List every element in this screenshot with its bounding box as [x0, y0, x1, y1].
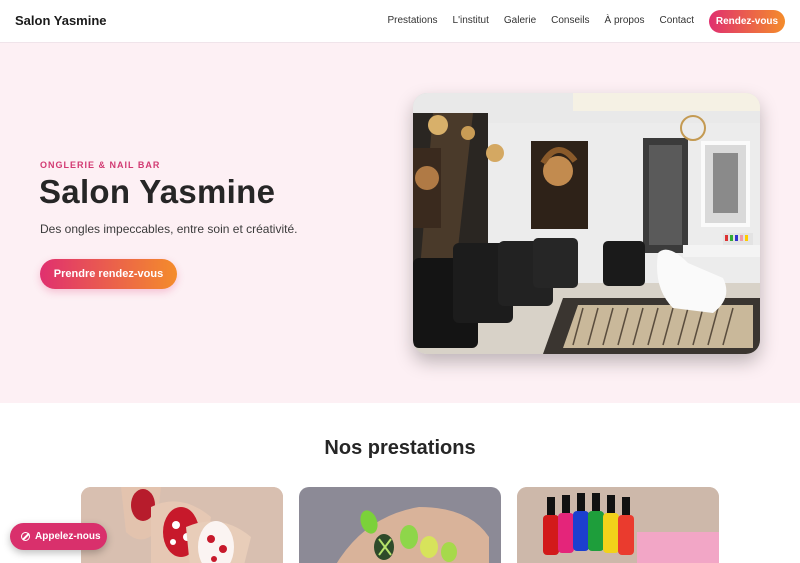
service-card-vernis[interactable]: [517, 487, 719, 563]
call-us-label: Appelez-nous: [35, 531, 101, 542]
nav-link-conseils[interactable]: Conseils: [551, 15, 589, 26]
header-rendez-vous-button[interactable]: Rendez-vous: [709, 10, 785, 33]
nav-link-galerie[interactable]: Galerie: [504, 15, 536, 26]
nav-link-a-propos[interactable]: À propos: [605, 15, 645, 26]
phone-icon: [21, 532, 30, 541]
nav-link-institut[interactable]: L'institut: [453, 15, 489, 26]
services-heading: Nos prestations: [324, 437, 476, 459]
site-header: Salon Yasmine Prestations L'institut Gal…: [0, 0, 800, 43]
service-card-manucure[interactable]: [299, 487, 501, 563]
hero-eyebrow: ONGLERIE & NAIL BAR: [40, 160, 161, 170]
salon-interior-photo: [413, 93, 760, 354]
manicure-photo: [299, 487, 501, 563]
hero-subtitle: Des ongles impeccables, entre soin et cr…: [40, 222, 298, 236]
nail-polish-photo: [517, 487, 719, 563]
main-nav: Prestations L'institut Galerie Conseils …: [372, 15, 694, 26]
salon-interior-illustration: [413, 93, 760, 354]
nail-art-photo: [81, 487, 283, 563]
hero-title: Salon Yasmine: [39, 173, 276, 210]
brand-logo[interactable]: Salon Yasmine: [15, 13, 107, 28]
nav-link-contact[interactable]: Contact: [660, 15, 694, 26]
hero-section: ONGLERIE & NAIL BAR Salon Yasmine Des on…: [0, 43, 800, 403]
book-appointment-button[interactable]: Prendre rendez-vous: [40, 259, 177, 289]
call-us-button[interactable]: Appelez-nous: [10, 523, 107, 550]
service-card-nail-art[interactable]: [81, 487, 283, 563]
nav-link-prestations[interactable]: Prestations: [387, 15, 437, 26]
